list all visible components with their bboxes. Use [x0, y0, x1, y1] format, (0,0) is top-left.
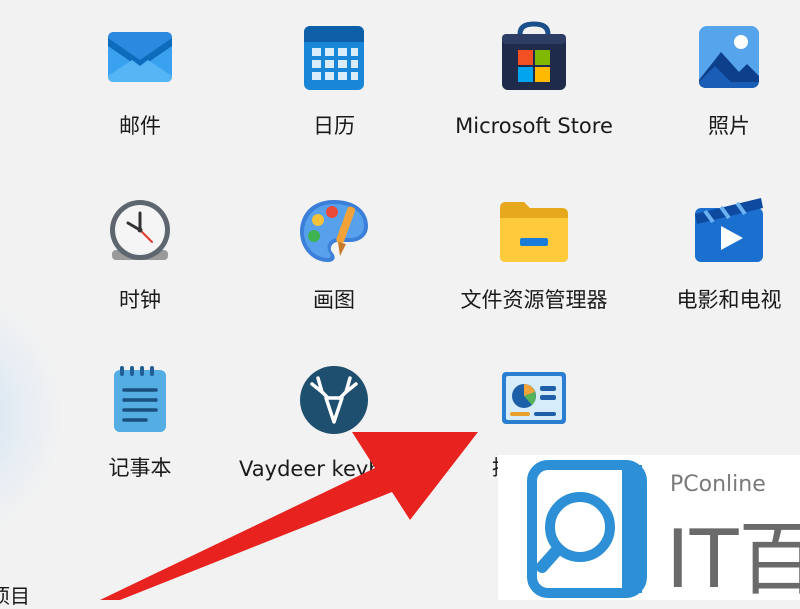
calendar-icon	[296, 20, 372, 96]
app-label: Microsoft Store	[455, 114, 613, 138]
app-microsoft-store[interactable]: Microsoft Store	[455, 20, 613, 170]
app-label: 记事本	[108, 456, 172, 480]
app-paint[interactable]: 画图	[259, 194, 409, 344]
app-file-explorer[interactable]: 文件资源管理器	[459, 194, 609, 344]
app-clock[interactable]: 时钟	[65, 194, 215, 344]
app-photos[interactable]: 照片	[654, 20, 800, 170]
watermark-brand-text: PConline	[670, 472, 766, 497]
app-label: 邮件	[119, 114, 161, 138]
app-label: 画图	[313, 288, 355, 312]
store-icon	[496, 20, 572, 96]
app-label: Vaydeer keyboard	[239, 457, 429, 481]
folder-icon	[496, 194, 572, 270]
app-label: 文件资源管理器	[460, 288, 608, 312]
movies-icon	[691, 194, 767, 270]
mail-icon	[102, 20, 178, 96]
app-movies-tv[interactable]: 电影和电视	[654, 194, 800, 344]
notepad-icon	[102, 362, 178, 438]
pconline-watermark: PConline IT百科	[498, 455, 800, 606]
app-label: 时钟	[119, 288, 161, 312]
partial-app-label: 项目	[0, 584, 30, 608]
app-label: 日历	[313, 114, 355, 138]
vaydeer-deer-icon	[296, 362, 372, 438]
clock-icon	[102, 194, 178, 270]
control-panel-icon	[496, 362, 572, 438]
desktop-edge-glow	[0, 300, 60, 530]
app-label: 照片	[708, 114, 750, 138]
photos-icon	[691, 20, 767, 96]
paint-icon	[296, 194, 372, 270]
app-vaydeer-keyboard[interactable]: Vaydeer keyboard	[239, 362, 429, 512]
app-mail[interactable]: 邮件	[65, 20, 215, 170]
app-notepad[interactable]: 记事本	[65, 362, 215, 512]
app-calendar[interactable]: 日历	[259, 20, 409, 170]
app-label: 电影和电视	[676, 288, 782, 312]
watermark-sub-text: IT百科	[666, 513, 800, 600]
